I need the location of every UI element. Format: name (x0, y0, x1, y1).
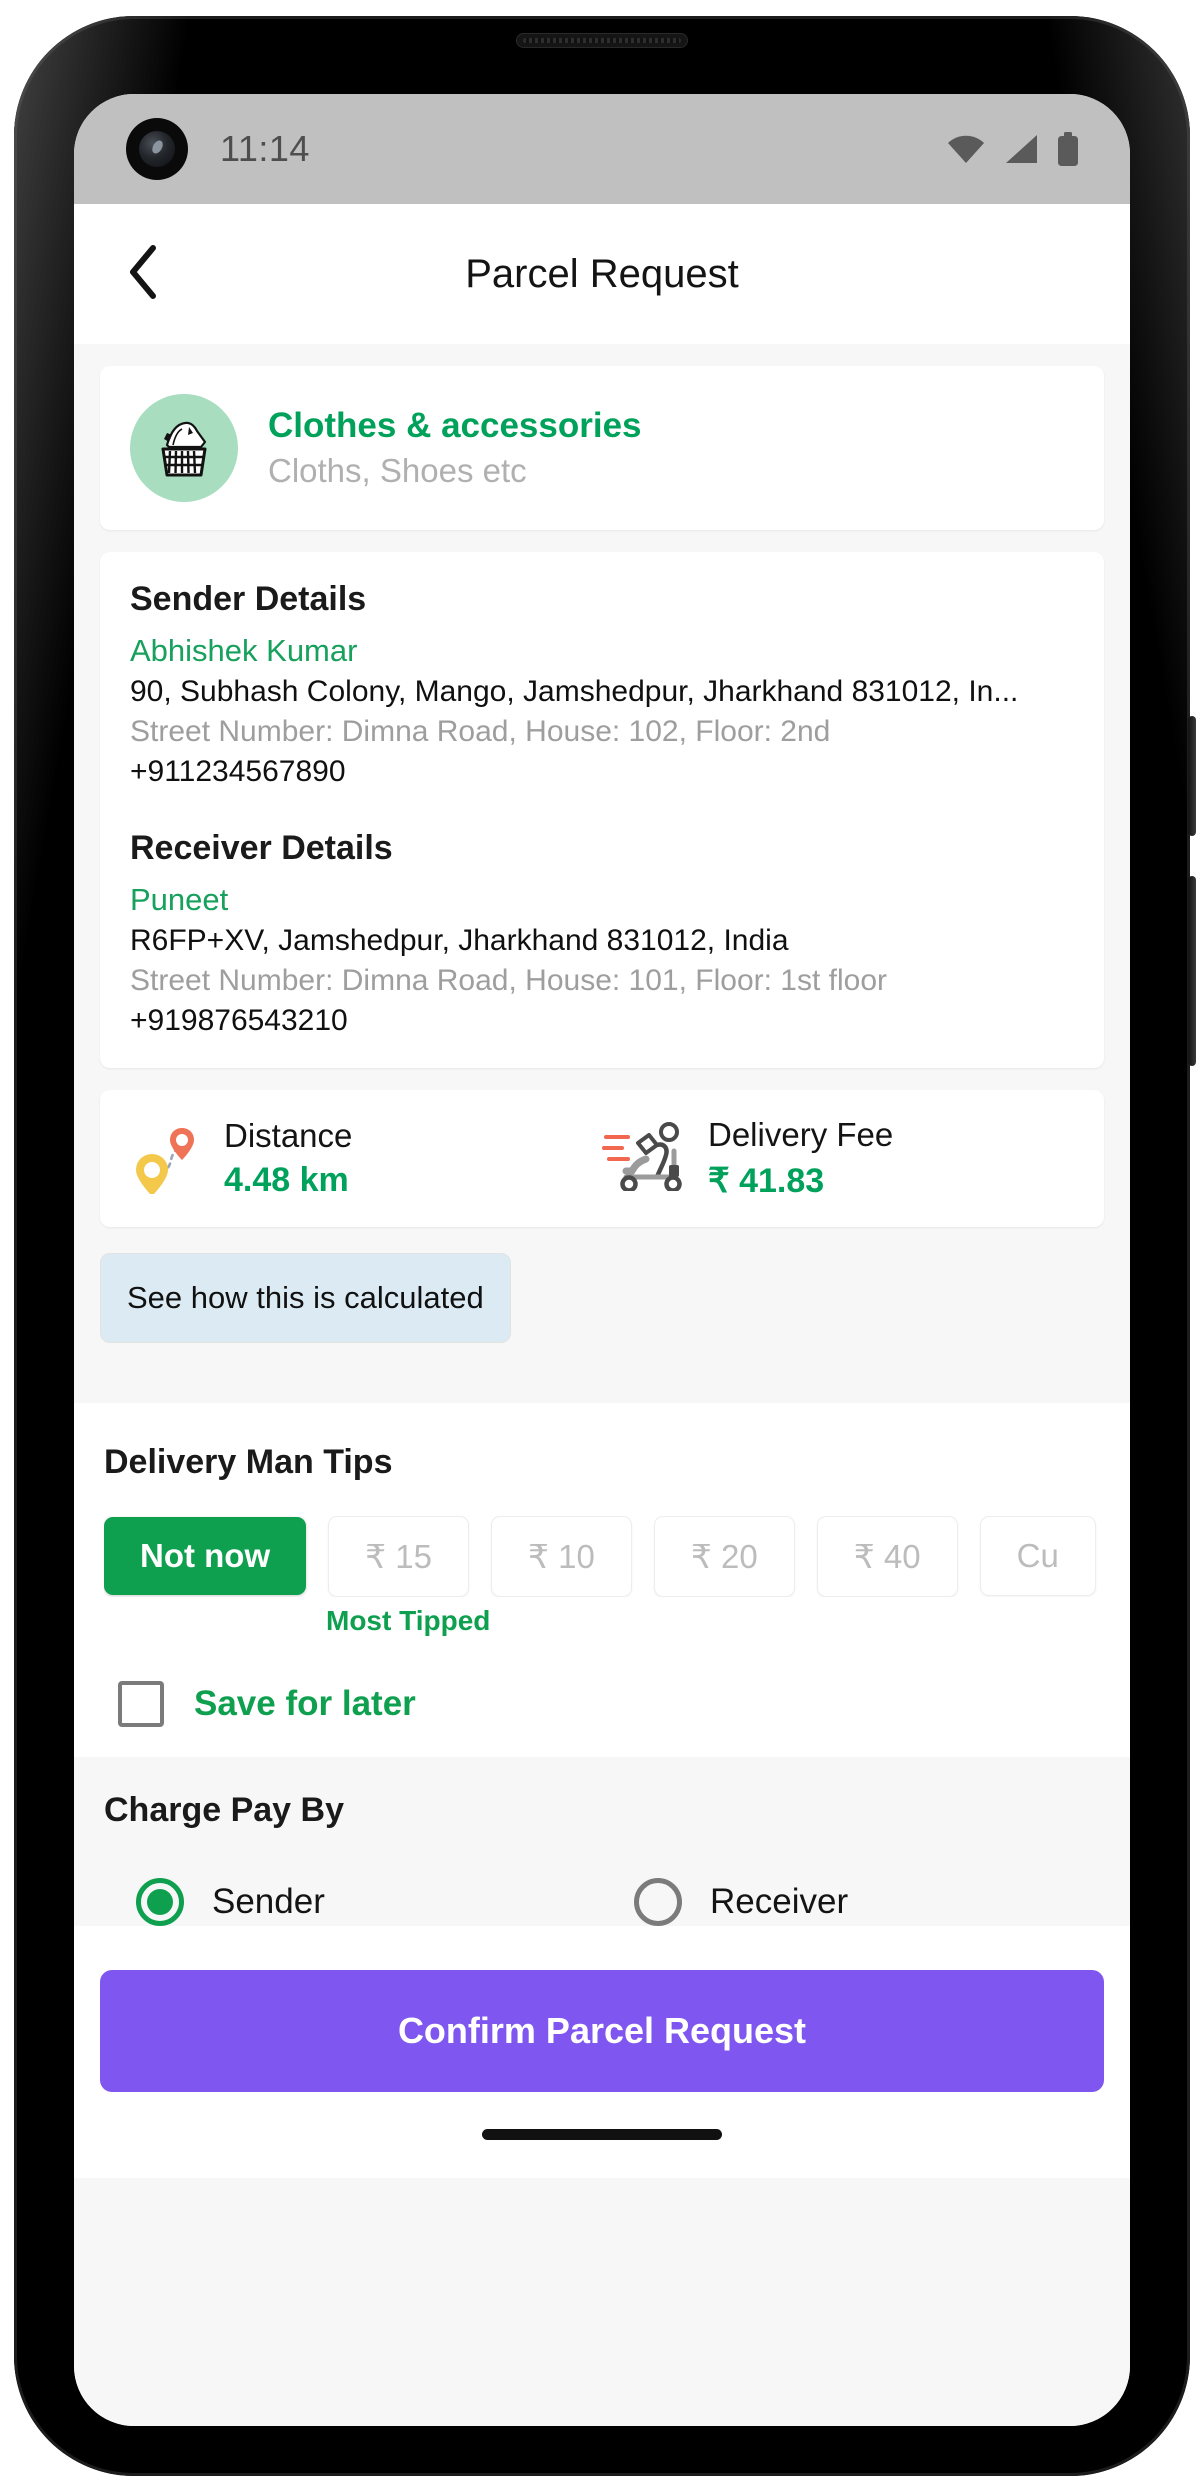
category-title: Clothes & accessories (268, 406, 642, 446)
receiver-address: R6FP+XV, Jamshedpur, Jharkhand 831012, I… (130, 924, 789, 957)
radio-sender-label: Sender (212, 1881, 325, 1921)
receiver-name: Puneet (130, 882, 229, 917)
cellular-signal-icon (1004, 134, 1038, 164)
save-for-later-row[interactable]: Save for later (104, 1680, 1100, 1727)
receiver-details-block[interactable]: Receiver Details Puneet R6FP+XV, Jamshed… (130, 829, 1074, 1038)
radio-option-sender[interactable]: Sender (104, 1877, 602, 1926)
sender-phone: +911234567890 (130, 755, 346, 788)
most-tipped-row: Most Tipped (104, 1597, 1100, 1641)
power-button[interactable] (1188, 876, 1196, 1066)
tip-chip-custom[interactable]: Cu (979, 1516, 1096, 1597)
category-text: Clothes & accessories Cloths, Shoes etc (268, 405, 642, 491)
home-indicator[interactable] (482, 2129, 722, 2141)
page-title: Parcel Request (465, 251, 739, 296)
scooter-courier-icon (602, 1121, 688, 1196)
radio-sender-indicator[interactable] (136, 1877, 184, 1926)
distance-block: Distance 4.48 km (130, 1117, 602, 1201)
phone-frame: 11:14 Parcel Request Clothes & accessori… (14, 16, 1196, 2476)
front-camera-icon (126, 118, 188, 180)
tip-chip-15[interactable]: ₹ 15 (328, 1515, 470, 1597)
save-for-later-label: Save for later (194, 1683, 416, 1723)
distance-value: 4.48 km (224, 1161, 349, 1200)
status-bar-icons (946, 132, 1080, 166)
tip-chip-not-now[interactable]: Not now (104, 1517, 307, 1596)
receiver-heading: Receiver Details (130, 829, 393, 867)
confirm-parcel-request-button[interactable]: Confirm Parcel Request (100, 1969, 1104, 2092)
system-navigation-bar (74, 2091, 1130, 2178)
delivery-fee-block: Delivery Fee ₹ 41.83 (602, 1116, 893, 1201)
tip-chip-list[interactable]: Not now ₹ 15 ₹ 10 ₹ 20 ₹ 40 Cu (104, 1515, 1100, 1597)
phone-screen: 11:14 Parcel Request Clothes & accessori… (74, 94, 1130, 2426)
charge-pay-by-options[interactable]: Sender Receiver (104, 1877, 1100, 1926)
save-for-later-checkbox[interactable] (118, 1680, 164, 1727)
receiver-phone: +919876543210 (130, 1004, 348, 1037)
delivery-tips-heading: Delivery Man Tips (104, 1442, 393, 1481)
earpiece-speaker (517, 34, 687, 47)
battery-icon (1056, 132, 1080, 166)
back-button[interactable] (110, 241, 176, 307)
radio-option-receiver[interactable]: Receiver (602, 1877, 1100, 1926)
screenshot-root: 11:14 Parcel Request Clothes & accessori… (0, 0, 1204, 2491)
receiver-address-meta: Street Number: Dimna Road, House: 101, F… (130, 964, 888, 997)
confirm-button-container: Confirm Parcel Request (74, 1925, 1130, 2092)
most-tipped-badge: Most Tipped (326, 1604, 491, 1636)
tip-chip-40[interactable]: ₹ 40 (816, 1515, 958, 1597)
sender-details-block[interactable]: Sender Details Abhishek Kumar 90, Subhas… (130, 580, 1074, 789)
sender-name: Abhishek Kumar (130, 633, 358, 668)
details-divider-space (130, 789, 1074, 829)
app-header: Parcel Request (74, 204, 1130, 344)
address-details-card: Sender Details Abhishek Kumar 90, Subhas… (100, 552, 1104, 1068)
tip-chip-10[interactable]: ₹ 10 (491, 1515, 632, 1597)
charge-pay-by-section: Charge Pay By Sender Receiver (74, 1756, 1130, 1926)
category-subtitle: Cloths, Shoes etc (268, 451, 527, 489)
laundry-basket-icon (130, 394, 238, 502)
radio-receiver-label: Receiver (710, 1881, 849, 1921)
wifi-icon (946, 134, 986, 164)
charge-pay-by-heading: Charge Pay By (104, 1790, 344, 1829)
delivery-fee-value: ₹ 41.83 (708, 1161, 825, 1200)
distance-text: Distance 4.48 km (224, 1117, 352, 1201)
status-bar-clock: 11:14 (220, 128, 310, 169)
sender-address: 90, Subhash Colony, Mango, Jamshedpur, J… (130, 675, 1019, 708)
sender-heading: Sender Details (130, 580, 367, 618)
radio-receiver-indicator[interactable] (634, 1877, 682, 1926)
see-how-calculated-button[interactable]: See how this is calculated (100, 1252, 511, 1343)
delivery-tips-card: Delivery Man Tips Not now ₹ 15 ₹ 10 ₹ 20… (74, 1402, 1130, 1757)
scroll-content[interactable]: Clothes & accessories Cloths, Shoes etc … (74, 344, 1130, 2426)
distance-fee-card: Distance 4.48 km Delivery Fee ₹ 41.83 (100, 1090, 1104, 1227)
sender-address-meta: Street Number: Dimna Road, House: 102, F… (130, 715, 831, 748)
delivery-fee-label: Delivery Fee (708, 1116, 894, 1153)
status-bar: 11:14 (74, 94, 1130, 204)
category-card[interactable]: Clothes & accessories Cloths, Shoes etc (100, 366, 1104, 530)
distance-label: Distance (224, 1116, 353, 1154)
delivery-fee-text: Delivery Fee ₹ 41.83 (708, 1116, 893, 1201)
calculate-row: See how this is calculated (100, 1252, 1104, 1343)
route-pin-icon (130, 1118, 204, 1199)
tip-chip-20[interactable]: ₹ 20 (653, 1515, 795, 1597)
volume-button[interactable] (1188, 716, 1196, 836)
chevron-left-icon (123, 244, 163, 305)
